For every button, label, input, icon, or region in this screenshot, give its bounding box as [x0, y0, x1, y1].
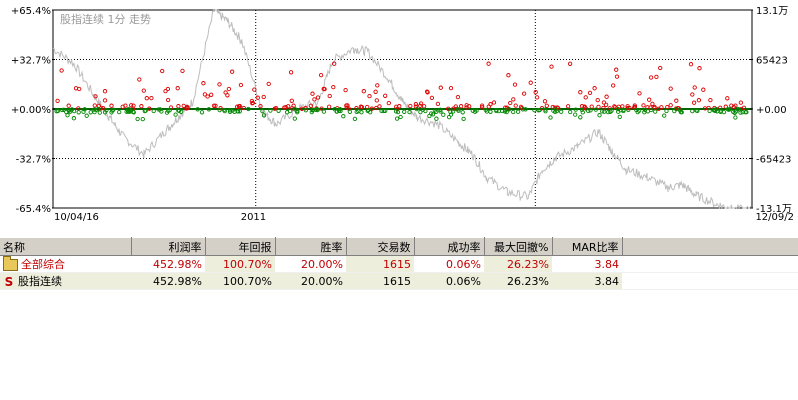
- mar-ratio-cell: 3.84: [552, 255, 622, 273]
- strategy-s-icon: S: [4, 275, 14, 289]
- profit-rate-cell: 452.98%: [131, 255, 205, 273]
- col-header-mar-ratio[interactable]: MAR比率: [552, 237, 623, 256]
- stats-table: 名称 利润率 年回报 胜率 交易数 成功率 最大回撤% MAR比率 全部综合 4…: [0, 237, 798, 290]
- trades-cell: 1615: [346, 272, 414, 290]
- y-right-tick-label: 65423: [756, 56, 788, 67]
- x-tick-label: 10/04/16: [54, 212, 99, 223]
- equity-chart: 股指连续 1分 走势 +65.4% 13.1万 +32.7% 65423 +0.00% +…: [11, 6, 794, 223]
- table-header-row: 名称 利润率 年回报 胜率 交易数 成功率 最大回撤% MAR比率: [0, 237, 798, 256]
- mar-ratio-cell: 3.84: [552, 272, 622, 290]
- col-header-max-drawdown[interactable]: 最大回撤%: [484, 237, 553, 256]
- max-drawdown-cell: 26.23%: [484, 272, 552, 290]
- row-name-label: 全部综合: [21, 258, 65, 271]
- profit-rate-cell: 452.98%: [131, 272, 205, 290]
- col-header-win-rate[interactable]: 胜率: [275, 237, 347, 256]
- row-name-cell: 全部综合: [0, 255, 131, 273]
- y-right-tick-label: +0.00: [756, 105, 787, 116]
- col-header-success-rate[interactable]: 成功率: [414, 237, 485, 256]
- chart-title: 股指连续 1分 走势: [60, 12, 151, 26]
- x-tick-label: 12/09/2: [755, 212, 794, 223]
- table-row[interactable]: S 股指连续 452.98% 100.70% 20.00% 1615 0.06% …: [0, 272, 798, 290]
- folder-icon: [3, 256, 18, 271]
- col-header-trades[interactable]: 交易数: [346, 237, 415, 256]
- win-rate-cell: 20.00%: [275, 272, 346, 290]
- x-tick-label: 2011: [241, 212, 266, 223]
- y-right-tick-label: -65423: [756, 155, 791, 166]
- equity-chart-panel: 股指连续 1分 走势 +65.4% 13.1万 +32.7% 65423 +0.00% +…: [0, 0, 798, 236]
- col-header-spacer: [622, 237, 798, 256]
- col-header-name[interactable]: 名称: [0, 237, 132, 256]
- y-left-tick-label: -65.4%: [16, 204, 51, 215]
- table-row[interactable]: 全部综合 452.98% 100.70% 20.00% 1615 0.06% 2…: [0, 255, 798, 273]
- max-drawdown-cell: 26.23%: [484, 255, 552, 273]
- row-name-label: 股指连续: [18, 275, 62, 288]
- y-left-tick-label: -32.7%: [16, 155, 51, 166]
- annual-return-cell: 100.70%: [205, 255, 275, 273]
- win-rate-cell: 20.00%: [275, 255, 346, 273]
- y-left-tick-label: +0.00%: [11, 105, 51, 116]
- success-rate-cell: 0.06%: [414, 272, 484, 290]
- col-header-profit-rate[interactable]: 利润率: [131, 237, 206, 256]
- trades-cell: 1615: [346, 255, 414, 273]
- y-left-tick-label: +65.4%: [11, 6, 51, 17]
- y-right-tick-label: 13.1万: [756, 6, 788, 17]
- col-header-annual-return[interactable]: 年回报: [205, 237, 276, 256]
- annual-return-cell: 100.70%: [205, 272, 275, 290]
- y-left-tick-label: +32.7%: [11, 56, 51, 67]
- success-rate-cell: 0.06%: [414, 255, 484, 273]
- row-name-cell: S 股指连续: [0, 272, 131, 290]
